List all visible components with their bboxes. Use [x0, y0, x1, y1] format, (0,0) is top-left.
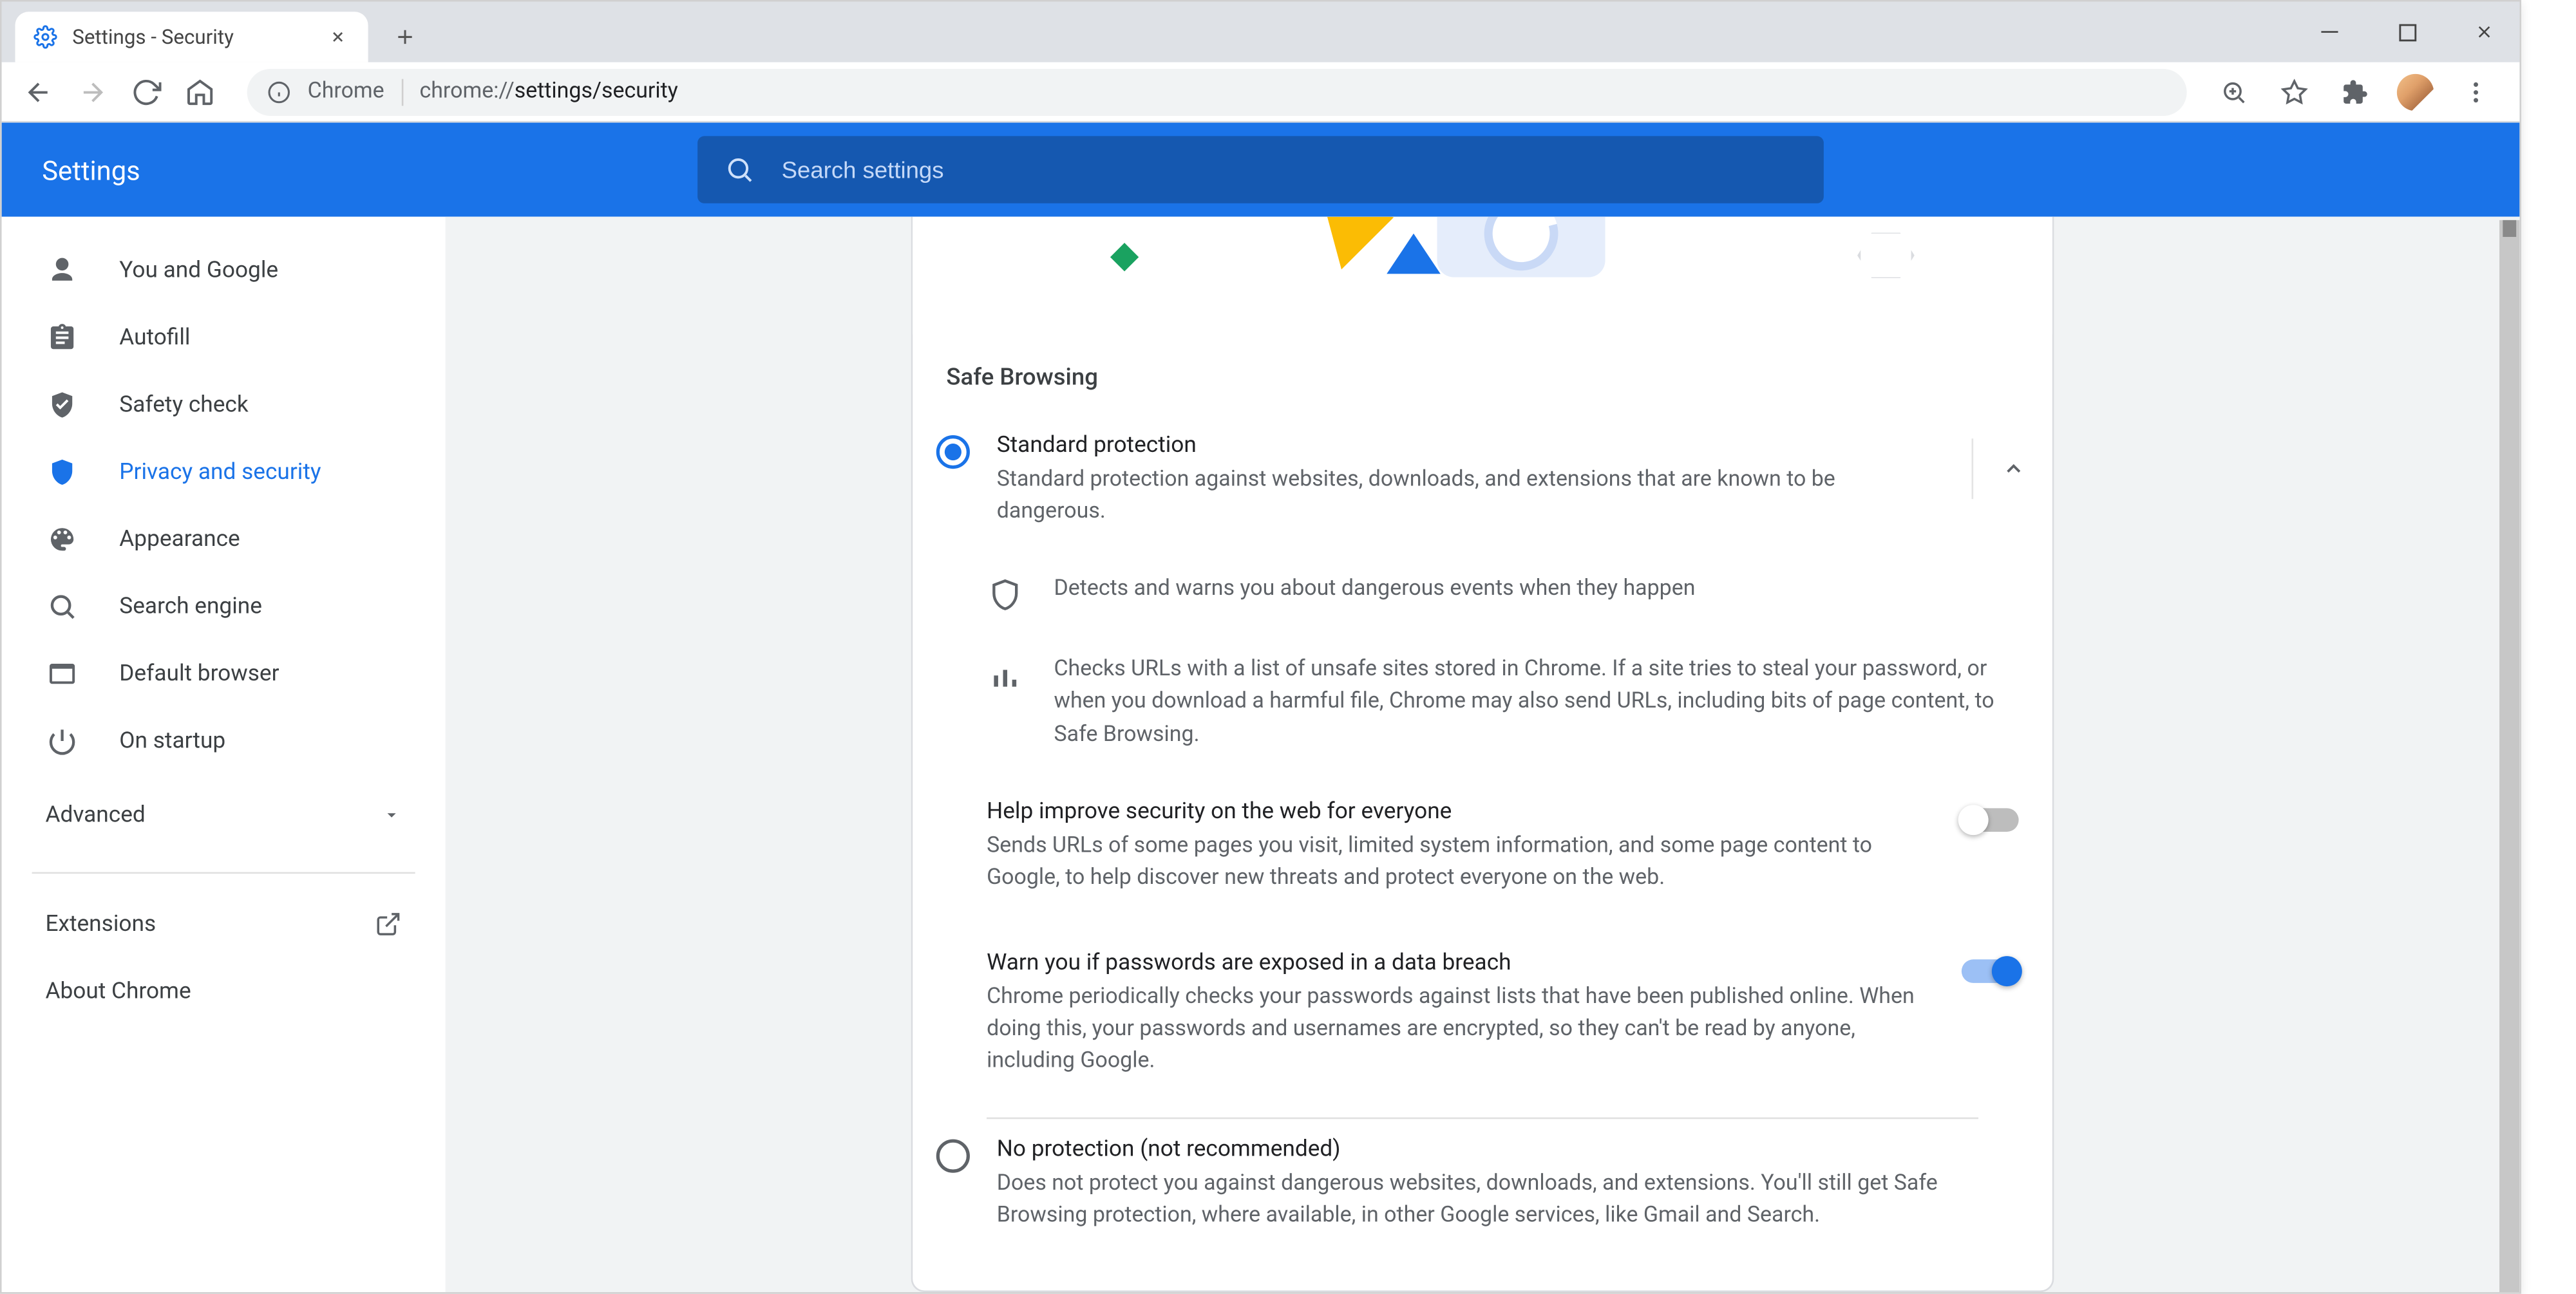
about-label: About Chrome: [45, 978, 191, 1005]
sidebar-item-safety-check[interactable]: Safety check: [2, 371, 446, 438]
sidebar-advanced-toggle[interactable]: Advanced: [2, 774, 446, 855]
window-controls: [2304, 2, 2509, 62]
search-icon: [724, 155, 755, 185]
person-icon: [45, 254, 79, 287]
toggle-title: Warn you if passwords are exposed in a d…: [987, 949, 1928, 976]
detail-text: Checks URLs with a list of unsafe sites …: [1054, 653, 2018, 751]
toggle-help-improve-security: Help improve security on the web for eve…: [913, 771, 2052, 922]
option-standard-protection[interactable]: Standard protection Standard protection …: [913, 415, 2052, 552]
sidebar-item-autofill[interactable]: Autofill: [2, 304, 446, 371]
back-button[interactable]: [15, 68, 62, 115]
app-body: You and Google Autofill Safety check: [2, 217, 2520, 1292]
settings-app: Settings You and Google: [2, 123, 2520, 1293]
sidebar-item-appearance[interactable]: Appearance: [2, 506, 446, 573]
power-icon: [45, 724, 79, 758]
shield-outline-icon: [987, 576, 1023, 612]
toolbar-actions: [2210, 68, 2506, 115]
radio-no-protection[interactable]: [936, 1140, 970, 1174]
reload-button[interactable]: [123, 68, 170, 115]
shield-icon: [45, 455, 79, 489]
radio-standard[interactable]: [936, 435, 970, 469]
omnibox-url: chrome://settings/security: [419, 79, 677, 104]
collapse-button[interactable]: [1972, 438, 2032, 499]
shield-check-icon: [45, 388, 79, 422]
chevron-down-icon: [381, 805, 401, 825]
omnibox-path: settings/security: [515, 79, 678, 104]
section-heading: Safe Browsing: [913, 334, 2052, 415]
forward-button[interactable]: [69, 68, 116, 115]
window-icon: [45, 657, 79, 691]
site-info-icon[interactable]: [267, 80, 291, 104]
option-desc: Does not protect you against dangerous w…: [997, 1170, 1945, 1233]
option-title: No protection (not recommended): [997, 1136, 1945, 1163]
home-button[interactable]: [176, 68, 223, 115]
settings-sidebar: You and Google Autofill Safety check: [2, 217, 446, 1292]
switch-help-improve[interactable]: [1962, 809, 2019, 832]
sidebar-item-default-browser[interactable]: Default browser: [2, 640, 446, 707]
bookmark-star-icon[interactable]: [2271, 68, 2318, 115]
detail-text: Detects and warns you about dangerous ev…: [1054, 572, 1695, 613]
omnibox-separator: [401, 78, 403, 105]
clipboard-icon: [45, 321, 79, 355]
window-close-button[interactable]: [2459, 6, 2509, 57]
switch-password-breach[interactable]: [1962, 959, 2019, 983]
tab-title: Settings - Security: [72, 25, 234, 49]
kebab-menu-icon[interactable]: [2452, 68, 2499, 115]
option-title: Standard protection: [997, 432, 1945, 459]
chevron-up-icon: [2001, 457, 2025, 481]
omnibox-origin: Chrome: [308, 79, 384, 104]
detail-detects-warns: Detects and warns you about dangerous ev…: [913, 552, 2052, 633]
toggle-password-breach-warning: Warn you if passwords are exposed in a d…: [913, 923, 2052, 1105]
sidebar-item-search-engine[interactable]: Search engine: [2, 573, 446, 640]
sidebar-item-label: You and Google: [119, 257, 278, 284]
advanced-label: Advanced: [45, 802, 145, 829]
external-link-icon: [375, 911, 402, 938]
toggle-desc: Chrome periodically checks your password…: [987, 983, 1928, 1078]
settings-search-input[interactable]: [782, 156, 1797, 183]
sidebar-item-label: Safety check: [119, 391, 248, 418]
sidebar-item-label: Default browser: [119, 661, 279, 688]
tab-strip: Settings - Security: [2, 2, 2520, 62]
app-header: Settings: [2, 123, 2520, 217]
profile-avatar[interactable]: [2392, 68, 2439, 115]
zoom-icon[interactable]: [2210, 68, 2257, 115]
omnibox-scheme: chrome://: [419, 79, 514, 104]
sidebar-item-label: On startup: [119, 727, 225, 755]
sidebar-item-you-and-google[interactable]: You and Google: [2, 237, 446, 304]
search-icon: [45, 590, 79, 623]
app-title: Settings: [42, 154, 140, 186]
sidebar-item-label: Privacy and security: [119, 459, 321, 486]
extensions-label: Extensions: [45, 911, 156, 938]
sidebar-item-privacy-security[interactable]: Privacy and security: [2, 438, 446, 505]
option-desc: Standard protection against websites, do…: [997, 465, 1945, 529]
toggle-desc: Sends URLs of some pages you visit, limi…: [987, 832, 1928, 895]
maximize-button[interactable]: [2382, 6, 2432, 57]
bar-chart-icon: [987, 657, 1023, 693]
address-bar[interactable]: Chrome chrome://settings/security: [247, 68, 2187, 115]
browser-toolbar: Chrome chrome://settings/security: [2, 62, 2520, 123]
detail-checks-urls: Checks URLs with a list of unsafe sites …: [913, 633, 2052, 771]
extensions-puzzle-icon[interactable]: [2331, 68, 2378, 115]
palette-icon: [45, 523, 79, 556]
option-no-protection[interactable]: No protection (not recommended) Does not…: [913, 1120, 2052, 1257]
tab-settings-security[interactable]: Settings - Security: [15, 12, 368, 62]
hero-illustration: [913, 217, 2052, 335]
sidebar-about-chrome[interactable]: About Chrome: [2, 958, 446, 1025]
settings-search[interactable]: [697, 136, 1824, 203]
sidebar-item-label: Autofill: [119, 324, 190, 352]
sidebar-divider: [32, 872, 415, 874]
sidebar-extensions-link[interactable]: Extensions: [2, 890, 446, 957]
new-tab-button[interactable]: [381, 14, 428, 61]
close-icon[interactable]: [325, 24, 352, 51]
content-area: Safe Browsing Standard protection Standa…: [446, 217, 2520, 1292]
browser-chrome: Settings - Security: [2, 2, 2520, 123]
gear-icon: [32, 24, 59, 51]
sidebar-item-label: Search engine: [119, 593, 262, 620]
sidebar-item-label: Appearance: [119, 526, 240, 553]
sidebar-item-on-startup[interactable]: On startup: [2, 708, 446, 774]
minimize-button[interactable]: [2304, 6, 2354, 57]
toggle-title: Help improve security on the web for eve…: [987, 798, 1928, 825]
safe-browsing-card: Safe Browsing Standard protection Standa…: [911, 217, 2054, 1292]
